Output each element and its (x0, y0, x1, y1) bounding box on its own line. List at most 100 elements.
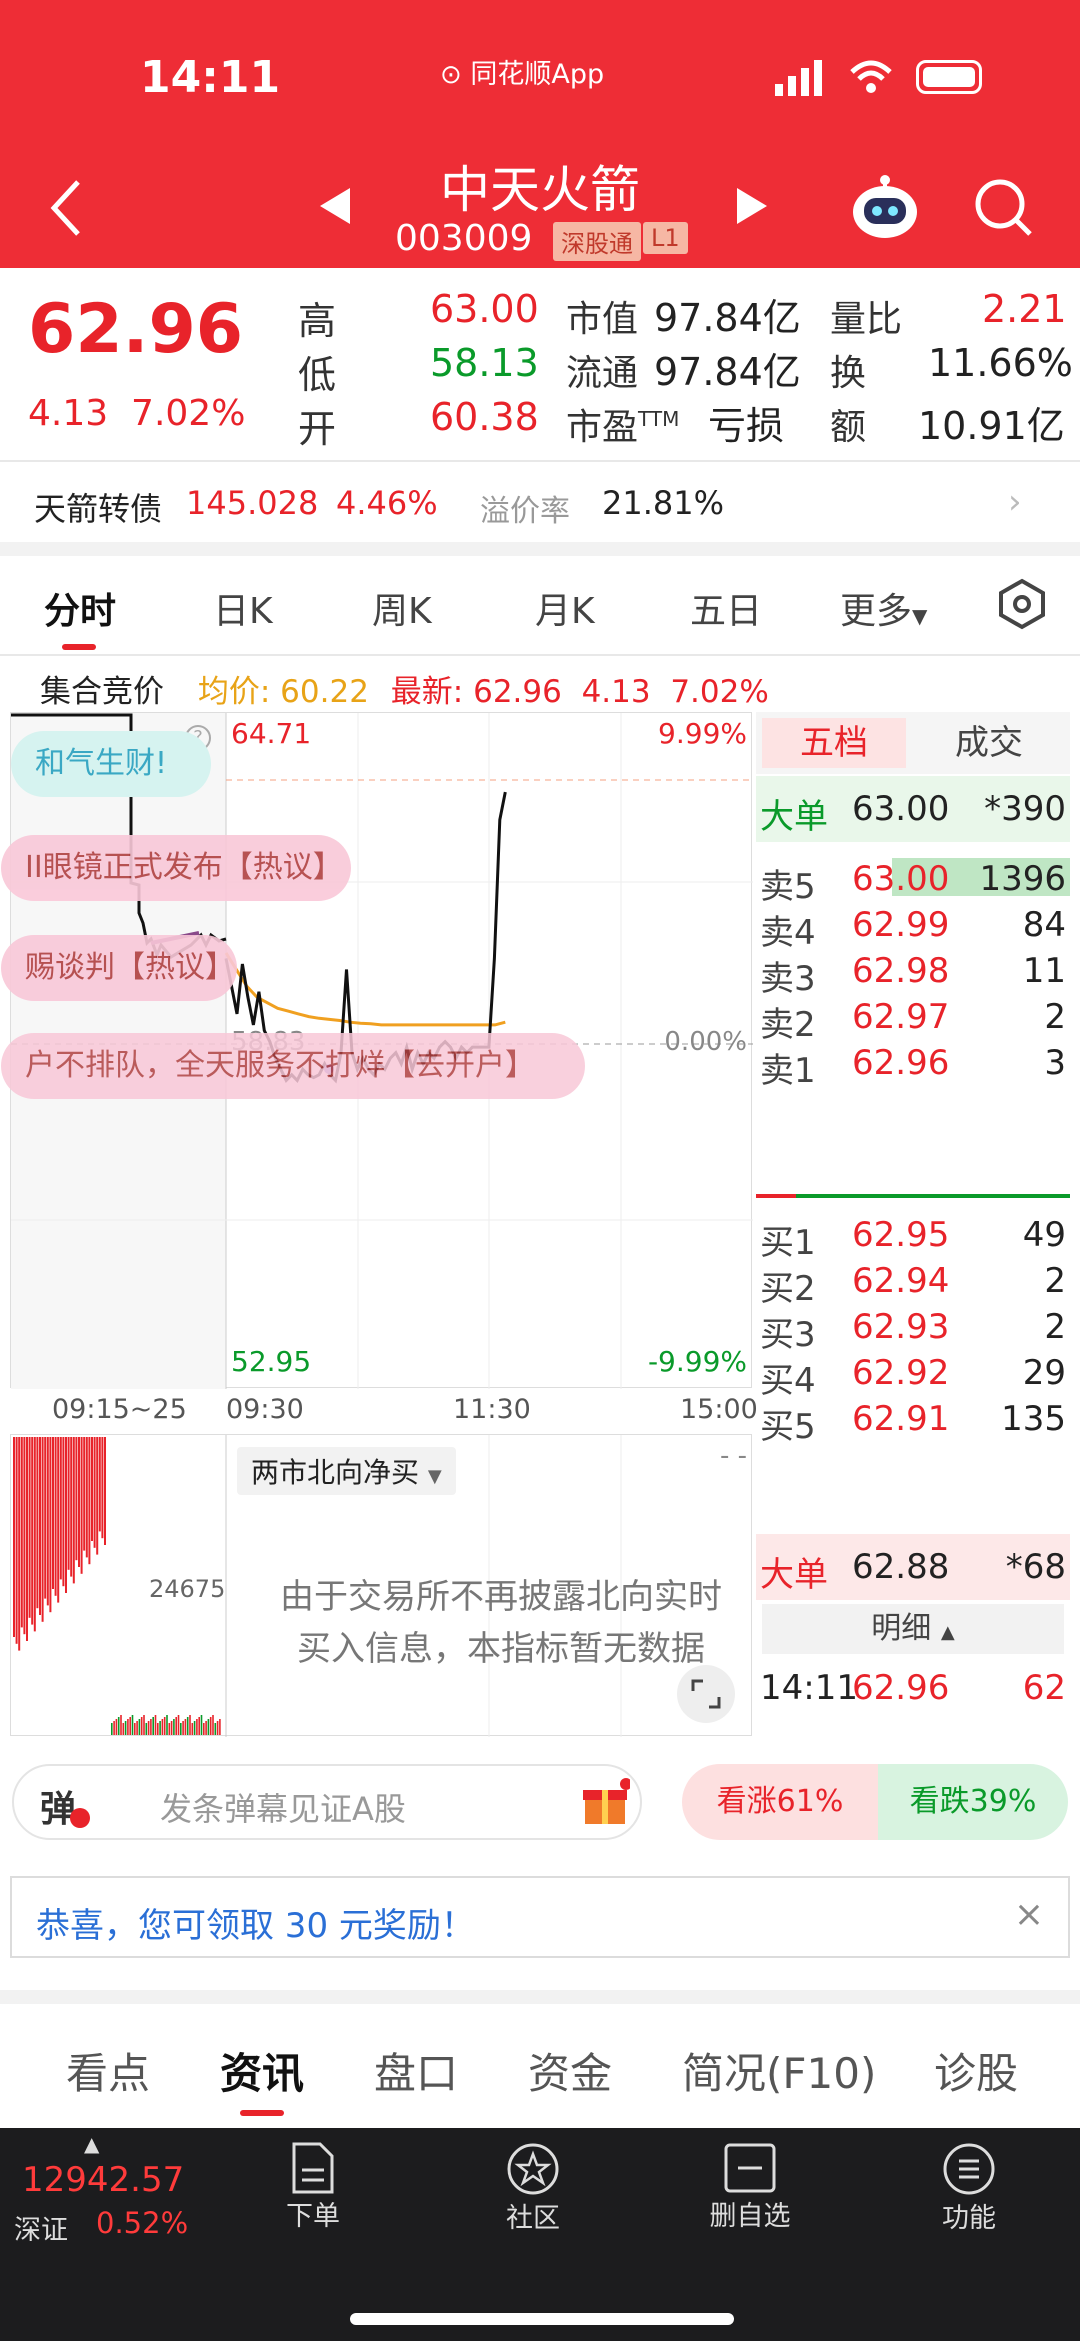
level-price: 62.99 (852, 905, 950, 945)
close-icon[interactable]: × (1014, 1894, 1044, 1935)
time-close: 15:00 (680, 1394, 758, 1425)
gift-icon[interactable] (580, 1778, 632, 1832)
detail-toggle[interactable]: 明细 ▲ (762, 1604, 1064, 1654)
danmu-input[interactable]: 弹 发条弹幕见证A股 (12, 1764, 642, 1840)
turnover-value: 11.66% (928, 341, 1073, 385)
tab-trades[interactable]: 成交 (914, 718, 1064, 768)
buy-level-row: 买5 62.91 135 (756, 1390, 1070, 1447)
index-widget[interactable]: ▲ 12942.57 深证 0.52% (0, 2128, 200, 2248)
level-volume: 135 (1001, 1399, 1066, 1439)
remove-watchlist-button[interactable]: 删自选 (700, 2142, 800, 2233)
tab-daily-k[interactable]: 日K (213, 582, 273, 634)
tab-orderbook[interactable]: 盘口 (374, 2040, 458, 2101)
no-data-message: 由于交易所不再披露北向实时 买入信息，本指标暂无数据 (241, 1571, 761, 1675)
tab-weekly-k[interactable]: 周K (372, 582, 432, 634)
level-label: 买5 (760, 1407, 816, 1447)
tab-more[interactable]: 更多▼ (840, 582, 927, 634)
time-open: 09:30 (226, 1394, 304, 1425)
big-buy-row: 大单 62.88 *68 (756, 1534, 1070, 1600)
level-price: 62.98 (852, 951, 950, 991)
low-value: 58.13 (430, 341, 539, 385)
level-volume: 3 (1044, 1043, 1066, 1083)
last-price: 62.96 (28, 290, 244, 369)
danmu-banner[interactable]: II眼镜正式发布【热议】 (1, 835, 351, 901)
order-button[interactable]: 下单 (268, 2142, 358, 2233)
sell-level-row: 卖2 62.97 2 (756, 988, 1070, 1045)
robot-assistant-icon[interactable] (850, 172, 920, 246)
order-doc-icon (292, 2142, 334, 2194)
bullish-button[interactable]: 看涨61% (682, 1764, 878, 1840)
function-label: 功能 (942, 2203, 996, 2234)
community-label: 社区 (506, 2203, 560, 2234)
order-book-tabs: 五档 成交 (756, 712, 1070, 774)
level-volume: 2 (1044, 1307, 1066, 1347)
tab-monthly-k[interactable]: 月K (535, 582, 595, 634)
high-value: 63.00 (430, 287, 539, 331)
premium-label: 溢价率 (480, 494, 570, 529)
sell-level-row: 卖5 63.00 1396 (756, 850, 1070, 907)
bond-name: 天箭转债 (34, 490, 163, 528)
tab-five-day[interactable]: 五日 (690, 582, 762, 634)
avg-price: 均价: 60.22 (197, 674, 369, 710)
level-price: 62.95 (852, 1215, 950, 1255)
intraday-chart[interactable]: 64.71 9.99% 58.83 0.00% 52.95 -9.99% ? 和… (1, 712, 753, 1389)
sell-level-row: 卖1 62.96 3 (756, 1034, 1070, 1091)
open-value: 60.38 (430, 395, 539, 439)
level-volume: 84 (1022, 905, 1066, 945)
float-cap-label: 流通 (566, 353, 639, 394)
settings-hex-icon[interactable] (996, 578, 1048, 634)
big-buy-label: 大单 (760, 1555, 828, 1595)
tab-news[interactable]: 资讯 (220, 2040, 304, 2101)
danmu-banner[interactable]: 和气生财! (11, 731, 211, 797)
tab-highlights[interactable]: 看点 (66, 2040, 150, 2101)
pe-label: 市盈TTM (566, 407, 680, 448)
big-buy-volume: *68 (1005, 1547, 1066, 1587)
tab-five-levels[interactable]: 五档 (762, 718, 906, 768)
convertible-bond-row[interactable]: 天箭转债 145.028 4.46% 溢价率 21.81% › (0, 462, 1080, 542)
level-price: 62.91 (852, 1399, 950, 1439)
search-icon[interactable] (974, 178, 1034, 242)
level-price: 62.94 (852, 1261, 950, 1301)
signal-icon (775, 60, 825, 96)
expand-icon[interactable] (677, 1665, 735, 1723)
level-volume: 2 (1044, 997, 1066, 1037)
indicator-dash: - - (719, 1441, 747, 1471)
section-gap (0, 542, 1080, 556)
danmu-banner[interactable]: 户不排队，全天服务不打烊【去开户】 (1, 1033, 585, 1099)
battery-icon (916, 60, 982, 94)
tab-funds[interactable]: 资金 (528, 2040, 612, 2101)
index-name: 深证 (14, 2215, 68, 2246)
trade-time: 14:11 (760, 1668, 858, 1708)
bearish-button[interactable]: 看跌39% (878, 1764, 1068, 1840)
community-button[interactable]: 社区 (488, 2142, 578, 2235)
bond-price: 145.028 (186, 484, 319, 522)
level-price: 62.92 (852, 1353, 950, 1393)
tab-profile[interactable]: 简况(F10) (682, 2040, 876, 2101)
vol-ratio-value: 2.21 (982, 287, 1067, 331)
chevron-right-icon: › (1008, 482, 1022, 522)
next-stock-button[interactable] (735, 188, 769, 228)
danmu-banner[interactable]: 赐谈判【热议】 (1, 935, 237, 1001)
order-book: 五档 成交 大单 63.00 *390 卖5 63.00 1396 卖4 62.99 84… (756, 712, 1070, 1736)
market-cap-label: 市值 (566, 299, 639, 340)
chart-info-bar: 集合竞价 均价: 60.22 最新: 62.96 4.13 7.02% (40, 666, 769, 711)
open-label: 开 (298, 407, 337, 451)
auction-label: 集合竞价 (40, 674, 164, 710)
reward-notice[interactable]: 恭喜，您可领取 30 元奖励！ × (10, 1876, 1070, 1958)
order-label: 下单 (286, 2201, 340, 2232)
function-button[interactable]: 功能 (924, 2142, 1014, 2235)
caret-down-icon: ▼ (427, 1466, 442, 1487)
float-cap-value: 97.84亿 (654, 350, 801, 394)
indicator-selector[interactable]: 两市北向净买 ▼ (237, 1447, 456, 1495)
reward-text: 恭喜，您可领取 30 元奖励！ (36, 1906, 475, 1946)
tab-diagnosis[interactable]: 诊股 (934, 2040, 1018, 2101)
wifi-icon (848, 58, 894, 98)
big-sell-volume: *390 (984, 789, 1066, 829)
tab-intraday[interactable]: 分时 (44, 582, 116, 634)
high-label: 高 (298, 299, 337, 343)
time-auction: 09:15~25 (52, 1394, 187, 1425)
indicator-panel: 两市北向净买 ▼ - - 24675 由于交易所不再披露北向实时 买入信息，本指… (10, 1434, 752, 1737)
index-value: 12942.57 (22, 2160, 185, 2200)
big-sell-price: 63.00 (852, 789, 950, 829)
trade-row: 14:11 62.96 62 (756, 1658, 1070, 1718)
